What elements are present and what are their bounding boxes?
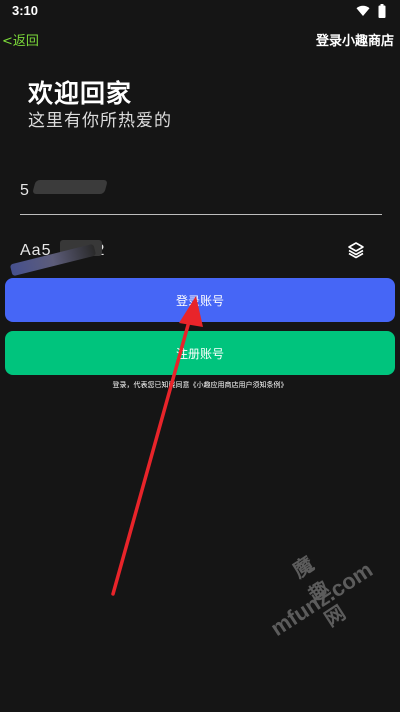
register-button-label: 注册账号 [175,346,224,361]
status-bar: 3:10 [0,0,400,24]
login-button[interactable]: 登录账号 [5,278,395,322]
status-icons [356,4,386,18]
wifi-icon [356,5,370,17]
status-time: 3:10 [12,3,39,18]
layers-icon[interactable] [346,240,366,260]
back-link[interactable]: <返回 [2,30,39,49]
agreement-text[interactable]: 登录，代表您已知晓同意《小趣应用商店用户须知条例》 [0,380,400,390]
account-field[interactable]: 5 [20,172,382,215]
welcome-subtitle: 这里有你所热爱的 [28,111,172,131]
watermark-url: mfunz.com [266,556,378,641]
welcome-title: 欢迎回家 [28,79,133,108]
register-button[interactable]: 注册账号 [5,331,395,375]
password-field[interactable]: Aa52 [9,232,382,277]
battery-icon [378,4,386,18]
account-value: 5 [20,182,30,199]
redaction-mosaic [32,180,108,194]
watermark-site-name: 魔趣网 [288,550,352,632]
store-login-title: 登录小趣商店 [315,34,394,49]
top-bar: <返回 登录小趣商店 [0,28,400,50]
login-button-label: 登录账号 [175,293,224,308]
